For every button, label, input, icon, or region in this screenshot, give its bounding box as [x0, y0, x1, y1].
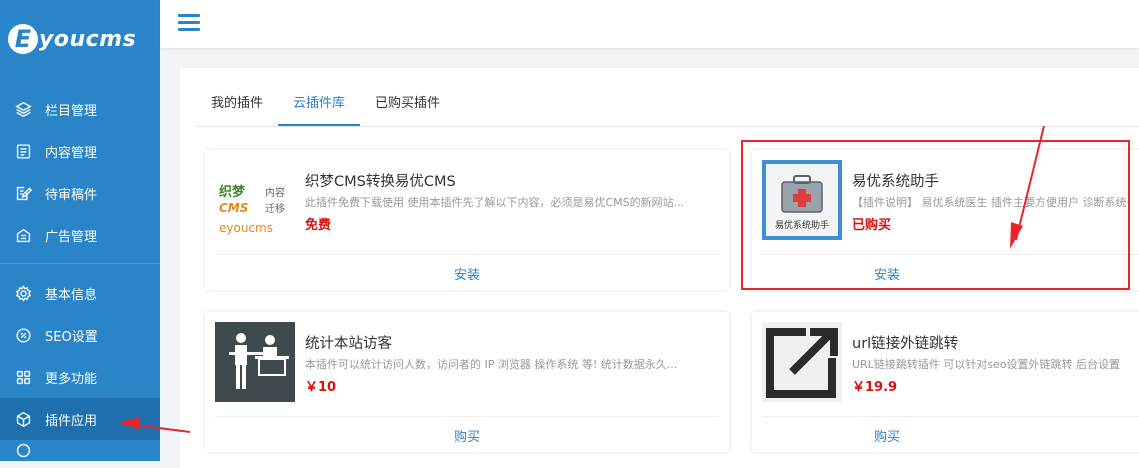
- sidebar-item-next[interactable]: [0, 440, 160, 460]
- sidebar-item-seo-settings[interactable]: SEO设置: [0, 314, 160, 356]
- tab-my-plugins[interactable]: 我的插件: [196, 90, 278, 126]
- plugin-tabs: 我的插件 云插件库 已购买插件: [196, 90, 1139, 127]
- thumb-text-cms: CMS: [219, 201, 248, 215]
- sidebar-item-label: 插件应用: [45, 413, 98, 429]
- document-list-icon: [14, 142, 32, 160]
- sidebar-item-label: 基本信息: [45, 287, 98, 303]
- plugin-price: 免费: [305, 218, 332, 233]
- seo-icon: [14, 326, 32, 344]
- plugin-description: 此插件免费下载使用 使用本插件先了解以下内容，必须是易优CMS的新网站...: [305, 196, 685, 209]
- card-divider: [215, 416, 719, 417]
- sidebar: E youcms 栏目管理 内容管理 待审稿件 广告管理 基本信息 SEO设置 …: [0, 0, 160, 461]
- sidebar-item-label: 栏目管理: [45, 103, 98, 119]
- thumb-text-content: 内容: [265, 186, 285, 199]
- gear-icon: [14, 284, 32, 302]
- sidebar-item-label: 广告管理: [45, 229, 98, 245]
- sidebar-item-plugin-apps[interactable]: 插件应用: [0, 398, 160, 440]
- sidebar-item-content-management[interactable]: 内容管理: [0, 130, 160, 172]
- tab-purchased-plugins[interactable]: 已购买插件: [360, 90, 455, 126]
- tab-cloud-plugin-library[interactable]: 云插件库: [278, 90, 361, 126]
- plugin-price: ￥19.9: [852, 380, 898, 395]
- plugin-description: URL链接跳转插件 可以针对seo设置外链跳转 后台设置: [852, 358, 1121, 371]
- sidebar-item-label: 更多功能: [45, 371, 98, 387]
- buy-button[interactable]: 购买: [205, 426, 729, 445]
- thumb-text-dede: 织梦: [219, 184, 246, 200]
- plugin-description: 本插件可以统计访问人数，访问者的 IP 浏览器 操作系统 等! 统计数据永久..…: [305, 358, 678, 371]
- plugin-card-visitor-stats: 统计本站访客 本插件可以统计访问人数，访问者的 IP 浏览器 操作系统 等! 统…: [205, 312, 729, 452]
- eyoucms-logo[interactable]: E youcms: [8, 18, 136, 60]
- layers-icon: [14, 100, 32, 118]
- sidebar-item-column-management[interactable]: 栏目管理: [0, 88, 160, 130]
- logo-text: youcms: [39, 26, 137, 52]
- top-bar: [160, 0, 1139, 48]
- edit-document-icon: [14, 184, 32, 202]
- ad-icon: [14, 226, 32, 244]
- logo-letter: E: [8, 24, 38, 54]
- card-divider: [215, 254, 719, 255]
- thumb-text-eyoucms: eyoucms: [219, 221, 273, 235]
- annotation-highlight-box: [741, 140, 1130, 290]
- sidebar-item-pending-review[interactable]: 待审稿件: [0, 172, 160, 214]
- plugin-title: 统计本站访客: [305, 336, 392, 352]
- plugin-card-dede-migrate: 织梦 内容 CMS 迁移 eyoucms 织梦CMS转换易优CMS 此插件免费下…: [205, 150, 729, 290]
- external-link-thumbnail: [762, 322, 842, 402]
- sidebar-item-ad-management[interactable]: 广告管理: [0, 214, 160, 256]
- plugin-title: 织梦CMS转换易优CMS: [305, 174, 456, 190]
- sidebar-item-label: 内容管理: [45, 145, 98, 161]
- sidebar-nav: 栏目管理 内容管理 待审稿件 广告管理 基本信息 SEO设置 更多功能 插件应用: [0, 88, 160, 460]
- buy-button[interactable]: 购买: [752, 426, 1022, 445]
- card-divider: [762, 416, 1139, 417]
- more-icon: [14, 441, 32, 459]
- cube-icon: [14, 410, 32, 428]
- sidebar-item-more-features[interactable]: 更多功能: [0, 356, 160, 398]
- grid-icon: [14, 368, 32, 386]
- sidebar-item-basic-info[interactable]: 基本信息: [0, 272, 160, 314]
- thumb-text-migrate: 迁移: [265, 202, 285, 215]
- plugin-price: ￥10: [305, 380, 337, 395]
- dede-migrate-thumbnail: 织梦 内容 CMS 迁移 eyoucms: [215, 160, 295, 240]
- install-button[interactable]: 安装: [205, 264, 729, 283]
- sidebar-item-label: 待审稿件: [45, 187, 98, 203]
- plugin-title: url链接外链跳转: [852, 336, 959, 352]
- menu-toggle-icon[interactable]: [178, 14, 200, 32]
- sidebar-item-label: SEO设置: [45, 329, 98, 345]
- plugin-card-url-redirect: url链接外链跳转 URL链接跳转插件 可以针对seo设置外链跳转 后台设置 ￥…: [752, 312, 1139, 452]
- visitor-stats-thumbnail: [215, 322, 295, 402]
- sidebar-divider: [0, 263, 160, 264]
